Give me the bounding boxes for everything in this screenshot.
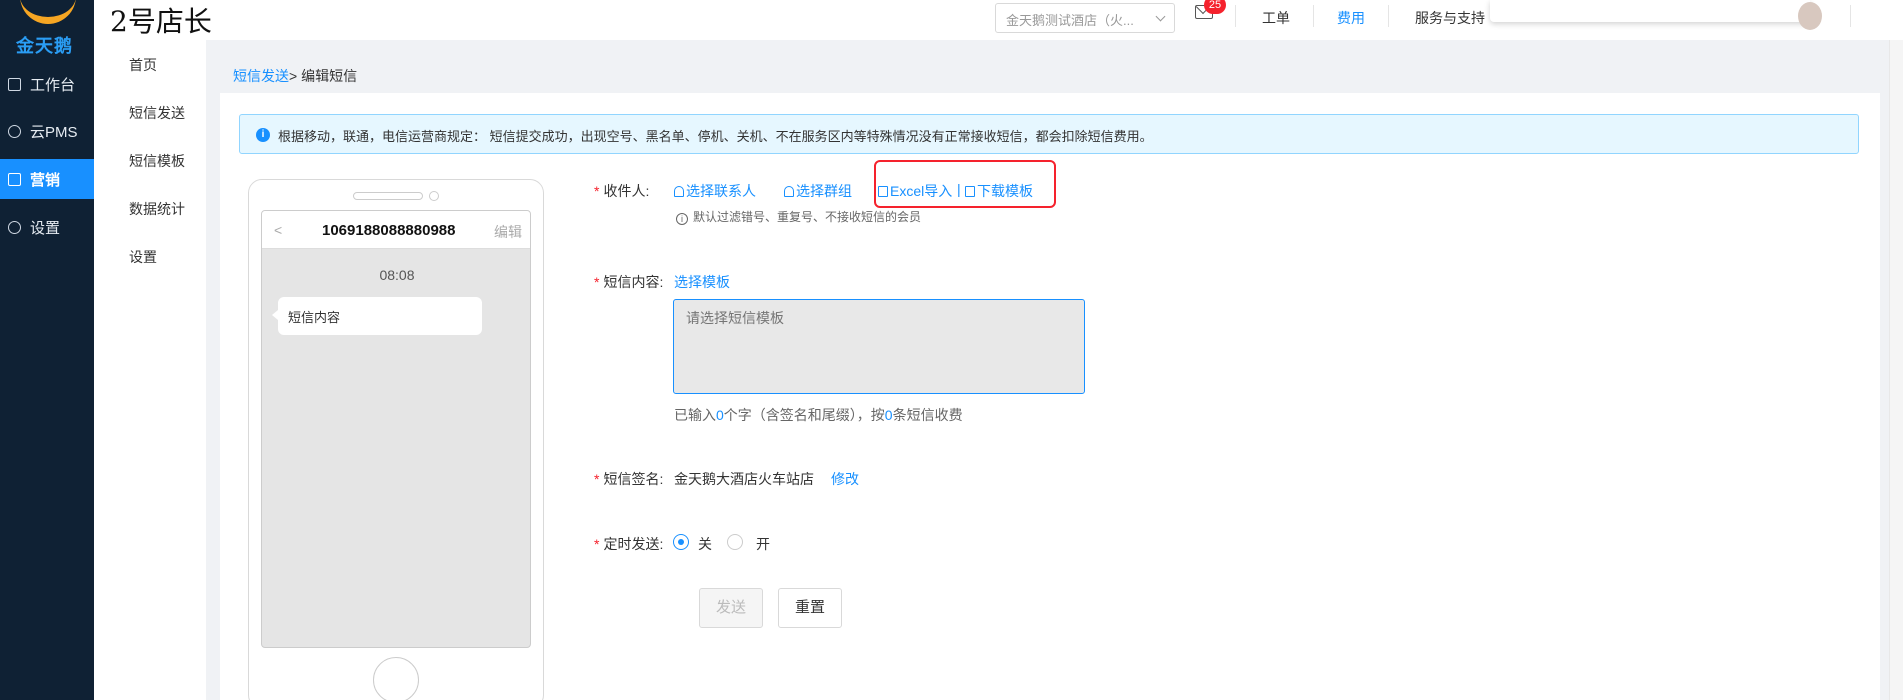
chevron-down-icon — [1155, 11, 1166, 22]
notice-banner: i 根据移动，联通，电信运营商规定： 短信提交成功，出现空号、黑名单、停机、关机… — [239, 114, 1859, 154]
app-name: 2号店长 — [110, 5, 212, 38]
sidebar-item-label: 工作台 — [30, 76, 76, 94]
phone-camera — [429, 191, 439, 201]
scrollbar[interactable] — [1889, 40, 1903, 700]
sender-number: 1069188088880988 — [322, 222, 456, 239]
submenu-item-home[interactable]: 首页 — [129, 55, 157, 75]
hotel-select[interactable]: 金天鹅测试酒店（火... — [995, 3, 1175, 33]
breadcrumb: 短信发送> 编辑短信 — [233, 66, 357, 86]
group-icon — [784, 186, 794, 197]
sidebar-item-label: 营销 — [30, 171, 61, 189]
brand-logo[interactable]: 金天鹅 — [0, 0, 94, 56]
phone-screen: < 1069188088880988 编辑 08:08 短信内容 — [261, 210, 531, 648]
logo-text: 金天鹅 — [16, 36, 73, 56]
phone-preview: < 1069188088880988 编辑 08:08 短信内容 — [248, 179, 544, 700]
back-icon: < — [274, 222, 283, 238]
recipient-label: * 收件人: — [594, 183, 650, 199]
divider — [1313, 5, 1314, 27]
submenu-item-sms-template[interactable]: 短信模板 — [129, 151, 185, 171]
breadcrumb-parent[interactable]: 短信发送 — [233, 68, 289, 84]
schedule-on-label[interactable]: 开 — [756, 534, 770, 554]
notification-badge: 25 — [1204, 0, 1226, 14]
nav-fees[interactable]: 费用 — [1337, 8, 1365, 28]
select-contacts-link[interactable]: 选择联系人 — [674, 181, 756, 201]
select-group-link[interactable]: 选择群组 — [784, 181, 852, 201]
nav-service-support[interactable]: 服务与支持 — [1415, 8, 1485, 28]
gear-icon — [8, 220, 21, 234]
message-bubble: 短信内容 — [272, 297, 482, 335]
submenu-item-settings[interactable]: 设置 — [129, 247, 157, 267]
choose-template-link[interactable]: 选择模板 — [674, 272, 730, 292]
main-sidebar: 金天鹅 工作台 云PMS 营销 设置 — [0, 0, 94, 700]
sidebar-item-workbench[interactable]: 工作台 — [0, 64, 94, 104]
content-label: * 短信内容: — [594, 274, 664, 290]
logo-swoosh-icon — [20, 0, 76, 24]
breadcrumb-current: 编辑短信 — [301, 68, 358, 84]
sms-content-textarea[interactable] — [673, 299, 1085, 394]
char-count: 已输入0个字（含签名和尾缀），按0条短信收费 — [674, 407, 963, 423]
breadcrumb-separator: > — [289, 68, 298, 84]
highlight-annotation — [874, 160, 1056, 208]
sidebar-item-label: 设置 — [30, 219, 61, 237]
message-time: 08:08 — [379, 267, 415, 283]
hotel-select-value: 金天鹅测试酒店（火... — [1006, 13, 1134, 28]
divider — [1235, 5, 1236, 27]
sidebar-item-marketing[interactable]: 营销 — [0, 159, 94, 199]
top-bar: 2号店长 金天鹅测试酒店（火... 25 工单 费用 服务与支持 — [94, 0, 1903, 40]
sub-menu: 首页 短信发送 短信模板 数据统计 设置 — [94, 40, 206, 700]
schedule-off-radio[interactable] — [673, 534, 689, 550]
info-circle-icon: i — [676, 213, 688, 225]
schedule-off-label[interactable]: 关 — [698, 534, 712, 554]
filter-hint: i 默认过滤错号、重复号、不接收短信的会员 — [676, 208, 921, 225]
phone-header: < 1069188088880988 编辑 — [262, 211, 530, 249]
notice-text: 根据移动，联通，电信运营商规定： 短信提交成功，出现空号、黑名单、停机、关机、不… — [278, 129, 1153, 144]
submenu-item-sms-send[interactable]: 短信发送 — [129, 103, 185, 123]
schedule-label: * 定时发送: — [594, 536, 664, 552]
sidebar-item-settings[interactable]: 设置 — [0, 207, 94, 247]
marketing-icon — [8, 172, 21, 186]
divider — [1850, 5, 1851, 27]
signature-value: 金天鹅大酒店火车站店 — [674, 471, 814, 487]
send-button[interactable]: 发送 — [699, 588, 763, 628]
phone-edit: 编辑 — [494, 224, 522, 240]
breadcrumb-bar — [220, 53, 1880, 93]
info-icon: i — [256, 128, 270, 142]
phone-speaker — [353, 192, 423, 200]
modify-signature-link[interactable]: 修改 — [831, 469, 859, 489]
signature-label: * 短信签名: — [594, 471, 664, 487]
gear-icon — [8, 124, 21, 138]
reset-button[interactable]: 重置 — [778, 588, 842, 628]
dropdown-panel — [1490, 0, 1810, 22]
submenu-item-statistics[interactable]: 数据统计 — [129, 199, 185, 219]
divider — [1388, 5, 1389, 27]
sidebar-item-label: 云PMS — [30, 123, 78, 141]
sidebar-item-pms[interactable]: 云PMS — [0, 111, 94, 151]
phone-home-button — [373, 657, 419, 700]
workbench-icon — [8, 77, 21, 91]
user-icon — [674, 186, 684, 197]
schedule-on-radio[interactable] — [727, 534, 743, 550]
nav-work-orders[interactable]: 工单 — [1262, 8, 1290, 28]
avatar[interactable] — [1798, 2, 1822, 30]
